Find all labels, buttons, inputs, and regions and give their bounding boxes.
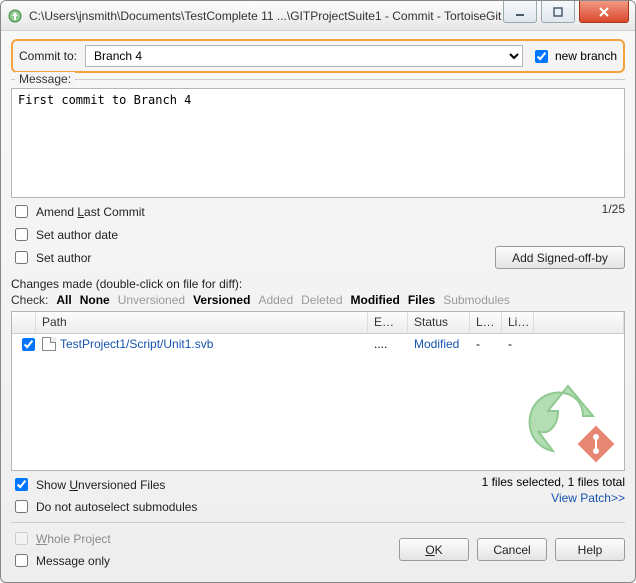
message-group: Message: First commit to Branch 4 Amend …	[11, 79, 625, 269]
commit-dialog: C:\Users\jnsmith\Documents\TestComplete …	[0, 0, 636, 583]
file-ext: ....	[368, 337, 408, 351]
set-author-checkbox[interactable]	[15, 251, 28, 264]
titlebar[interactable]: C:\Users\jnsmith\Documents\TestComplete …	[1, 1, 635, 31]
commit-message-input[interactable]: First commit to Branch 4	[11, 88, 625, 198]
amend-label: Amend Last Commit	[36, 205, 145, 219]
col-path[interactable]: Path	[36, 312, 368, 333]
file-row-checkbox[interactable]	[22, 338, 35, 351]
amend-checkbox[interactable]	[15, 205, 28, 218]
check-label: Check:	[11, 293, 48, 307]
filter-none[interactable]: None	[80, 293, 110, 307]
show-unversioned-checkbox[interactable]	[15, 478, 28, 491]
cancel-button[interactable]: Cancel	[477, 538, 547, 561]
filter-added[interactable]: Added	[258, 293, 293, 307]
branch-select[interactable]: Branch 4	[85, 45, 523, 67]
filter-files[interactable]: Files	[408, 293, 435, 307]
col-l2[interactable]: Li…	[502, 312, 534, 333]
selection-summary: 1 files selected, 1 files total	[482, 475, 625, 489]
col-ext[interactable]: E…	[368, 312, 408, 333]
close-button[interactable]	[579, 1, 629, 23]
col-status[interactable]: Status	[408, 312, 470, 333]
show-unversioned-label: Show Unversioned Files	[36, 478, 165, 492]
message-counter: 1/25	[602, 202, 625, 216]
whole-project-checkbox	[15, 532, 28, 545]
commit-to-row: Commit to: Branch 4 new branch	[11, 39, 625, 73]
filter-unversioned[interactable]: Unversioned	[118, 293, 185, 307]
no-autoselect-checkbox[interactable]	[15, 500, 28, 513]
col-l1[interactable]: L…	[470, 312, 502, 333]
ok-button[interactable]: OK	[399, 538, 469, 561]
no-autoselect-label: Do not autoselect submodules	[36, 500, 197, 514]
message-label: Message:	[15, 72, 75, 86]
commit-to-label: Commit to:	[19, 49, 77, 63]
file-icon	[42, 337, 56, 351]
new-branch-checkbox[interactable]	[535, 50, 548, 63]
file-row[interactable]: TestProject1/Script/Unit1.svb .... Modif…	[12, 334, 624, 354]
help-button[interactable]: Help	[555, 538, 625, 561]
file-l1: -	[470, 337, 502, 351]
set-author-date-checkbox[interactable]	[15, 228, 28, 241]
message-only-checkbox[interactable]	[15, 554, 28, 567]
app-icon	[7, 8, 23, 24]
message-only-label: Message only	[36, 554, 110, 568]
file-status: Modified	[408, 337, 470, 351]
add-signed-off-button[interactable]: Add Signed-off-by	[495, 246, 625, 269]
filter-submodules[interactable]: Submodules	[443, 293, 510, 307]
filter-versioned[interactable]: Versioned	[193, 293, 250, 307]
file-l2: -	[502, 337, 534, 351]
tortoisegit-logo	[498, 356, 618, 466]
maximize-button[interactable]	[541, 1, 575, 23]
filter-all[interactable]: All	[56, 293, 71, 307]
filter-row: Check: All None Unversioned Versioned Ad…	[11, 293, 625, 307]
whole-project-label: Whole Project	[36, 532, 111, 546]
filter-deleted[interactable]: Deleted	[301, 293, 342, 307]
minimize-button[interactable]	[503, 1, 537, 23]
set-author-label: Set author	[36, 251, 91, 265]
file-list-header[interactable]: Path E… Status L… Li…	[12, 312, 624, 334]
filter-modified[interactable]: Modified	[351, 293, 400, 307]
set-author-date-label: Set author date	[36, 228, 118, 242]
file-list[interactable]: Path E… Status L… Li… TestProject1/Scrip…	[11, 311, 625, 471]
new-branch-label: new branch	[555, 49, 617, 63]
view-patch-link[interactable]: View Patch>>	[551, 491, 625, 505]
window-title: C:\Users\jnsmith\Documents\TestComplete …	[29, 9, 503, 23]
changes-label: Changes made (double-click on file for d…	[11, 277, 625, 291]
file-path: TestProject1/Script/Unit1.svb	[60, 337, 213, 351]
